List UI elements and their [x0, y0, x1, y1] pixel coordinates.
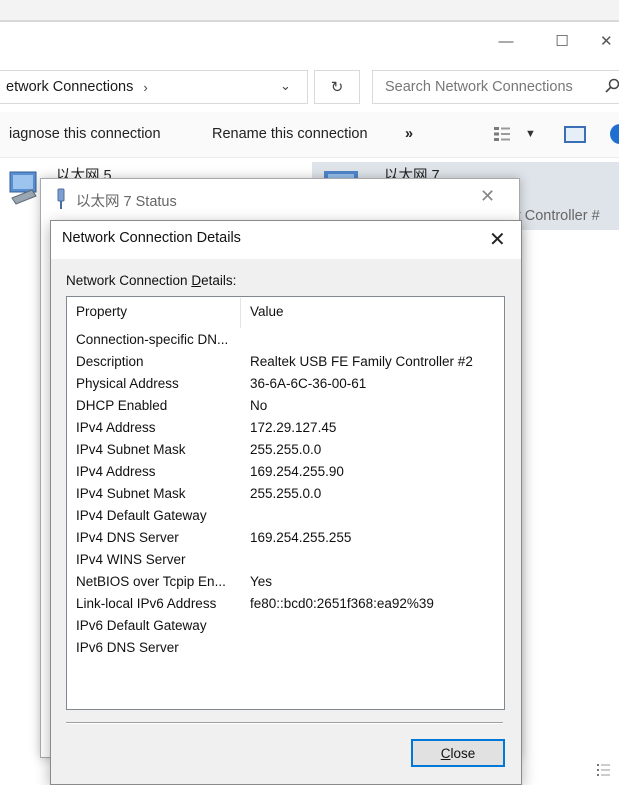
maximize-button[interactable]: ☐: [542, 28, 582, 54]
value-cell: 255.255.0.0: [250, 486, 322, 501]
title-bar-border: [0, 20, 619, 22]
address-path: etwork Connections: [6, 79, 134, 95]
details-close-icon[interactable]: ✕: [489, 227, 506, 252]
refresh-button[interactable]: ↻: [314, 70, 360, 104]
view-dropdown-icon[interactable]: ▼: [525, 128, 536, 140]
group-label-access-key: D: [191, 273, 202, 288]
table-row[interactable]: IPv6 DNS Server: [76, 640, 496, 662]
change-view-icon[interactable]: [493, 125, 511, 143]
search-icon[interactable]: [604, 78, 619, 94]
property-cell: IPv4 WINS Server: [76, 552, 186, 567]
column-header-property[interactable]: Property: [76, 304, 127, 319]
property-cell: IPv4 Address: [76, 420, 156, 435]
table-row[interactable]: IPv4 DNS Server 169.254.255.255: [76, 530, 496, 552]
minimize-button[interactable]: —: [486, 28, 526, 54]
table-row[interactable]: IPv4 WINS Server: [76, 552, 496, 574]
property-cell: IPv4 Subnet Mask: [76, 442, 186, 457]
group-label-prefix: Network Connection: [66, 273, 192, 288]
close-button[interactable]: Close: [411, 739, 505, 767]
search-input[interactable]: Search Network Connections: [372, 70, 619, 104]
table-row[interactable]: Description Realtek USB FE Family Contro…: [76, 354, 496, 376]
column-header-value[interactable]: Value: [250, 304, 284, 319]
property-cell: Connection-specific DN...: [76, 332, 229, 347]
details-dialog-title: Network Connection Details: [62, 230, 241, 246]
value-cell: 172.29.127.45: [250, 420, 337, 435]
value-cell: 255.255.0.0: [250, 442, 322, 457]
property-cell: IPv6 Default Gateway: [76, 618, 207, 633]
details-group-label: Network Connection Details:: [66, 273, 236, 288]
address-bar[interactable]: etwork Connections ›: [0, 70, 308, 104]
value-cell: fe80::bcd0:2651f368:ea92%39: [250, 596, 434, 611]
table-row[interactable]: Link-local IPv6 Address fe80::bcd0:2651f…: [76, 596, 496, 618]
table-row[interactable]: IPv6 Default Gateway: [76, 618, 496, 640]
table-row[interactable]: DHCP Enabled No: [76, 398, 496, 420]
property-cell: DHCP Enabled: [76, 398, 168, 413]
more-commands-button[interactable]: »: [405, 126, 413, 142]
property-cell: IPv4 DNS Server: [76, 530, 179, 545]
column-divider[interactable]: [240, 298, 241, 328]
diagnose-connection-button[interactable]: iagnose this connection: [9, 126, 161, 142]
table-row[interactable]: IPv4 Address 169.254.255.90: [76, 464, 496, 486]
address-dropdown-icon[interactable]: ⌄: [280, 78, 291, 94]
status-dialog-title: 以太网 7 Status: [76, 194, 177, 210]
value-cell: 36-6A-6C-36-00-61: [250, 376, 367, 391]
table-row[interactable]: IPv4 Subnet Mask 255.255.0.0: [76, 442, 496, 464]
preview-pane-icon[interactable]: [564, 126, 586, 143]
close-access-key: C: [440, 745, 451, 761]
property-cell: IPv4 Default Gateway: [76, 508, 207, 523]
property-cell: IPv6 DNS Server: [76, 640, 179, 655]
group-label-suffix: etails:: [201, 273, 237, 288]
refresh-icon: ↻: [330, 79, 344, 96]
table-row[interactable]: Connection-specific DN...: [76, 332, 496, 354]
value-cell: 169.254.255.255: [250, 530, 352, 545]
table-row[interactable]: IPv4 Subnet Mask 255.255.0.0: [76, 486, 496, 508]
property-cell: IPv4 Address: [76, 464, 156, 479]
table-row[interactable]: NetBIOS over Tcpip En... Yes: [76, 574, 496, 596]
property-cell: Link-local IPv6 Address: [76, 596, 217, 611]
property-cell: NetBIOS over Tcpip En...: [76, 574, 226, 589]
rename-connection-button[interactable]: Rename this connection: [212, 126, 368, 142]
status-close-button[interactable]: ✕: [480, 186, 495, 207]
table-row[interactable]: Physical Address 36-6A-6C-36-00-61: [76, 376, 496, 398]
search-placeholder: Search Network Connections: [385, 79, 573, 95]
value-cell: Realtek USB FE Family Controller #2: [250, 354, 473, 369]
value-cell: Yes: [250, 574, 273, 589]
network-adapter-icon[interactable]: [8, 168, 40, 208]
table-row[interactable]: IPv4 Default Gateway: [76, 508, 496, 530]
value-cell: No: [250, 398, 268, 413]
close-label: lose: [450, 745, 476, 761]
close-window-button[interactable]: ✕: [600, 28, 619, 54]
title-bar: [0, 0, 619, 20]
breadcrumb-chevron-icon[interactable]: ›: [143, 80, 147, 95]
property-cell: Physical Address: [76, 376, 179, 391]
table-row[interactable]: IPv4 Address 172.29.127.45: [76, 420, 496, 442]
property-cell: Description: [76, 354, 144, 369]
value-cell: 169.254.255.90: [250, 464, 344, 479]
dialog-separator: [66, 722, 503, 724]
details-view-icon[interactable]: [596, 762, 612, 778]
property-cell: IPv4 Subnet Mask: [76, 486, 186, 501]
network-status-icon: [57, 188, 65, 209]
